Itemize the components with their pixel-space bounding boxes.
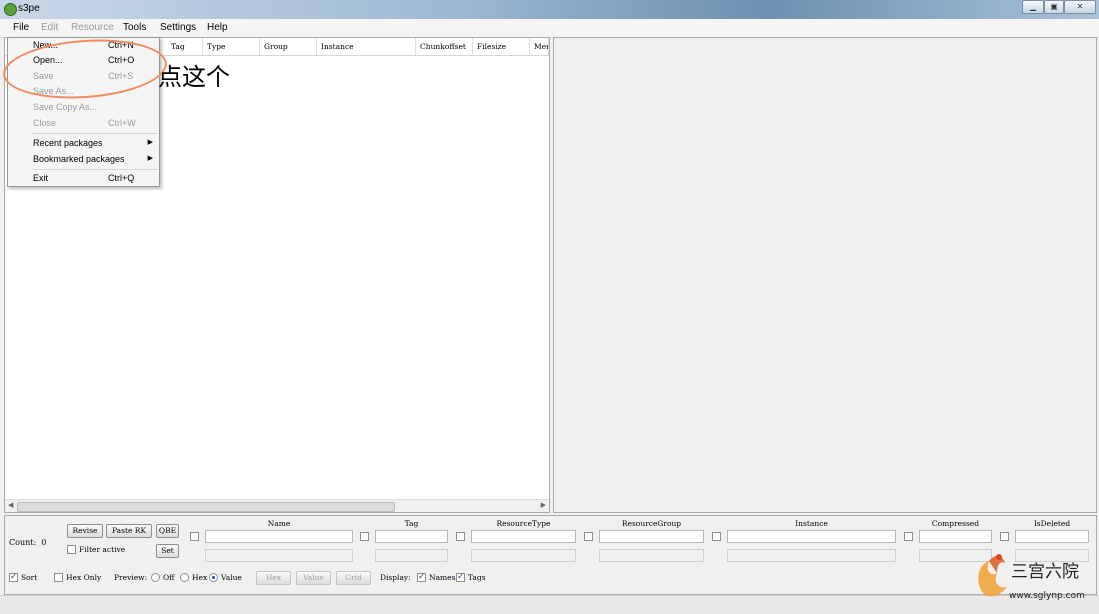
scroll-left-icon[interactable]: ◀	[8, 501, 13, 509]
names-label: Names	[429, 573, 456, 582]
preview-value-radio[interactable]	[209, 573, 218, 582]
tags-checkbox[interactable]	[456, 571, 465, 582]
hex-only-checkbox[interactable]	[54, 573, 63, 582]
filter-isdeleted-checkbox[interactable]	[1000, 532, 1009, 541]
filter-name-sub	[205, 549, 353, 562]
scroll-right-icon[interactable]: ▶	[541, 501, 546, 509]
menu-item-bookmarked-packages[interactable]: Bookmarked packages ▶	[8, 152, 159, 167]
filter-instance-checkbox[interactable]	[712, 532, 721, 541]
column-header-group[interactable]: Group	[260, 38, 317, 55]
filter-resourcetype-input[interactable]	[471, 530, 576, 543]
filter-compressed-checkbox[interactable]	[904, 532, 913, 541]
filter-header-resourcegroup: ResourceGroup	[621, 519, 682, 528]
filter-header-tag: Tag	[404, 519, 419, 528]
paste-rk-button[interactable]: Paste RK	[106, 524, 152, 538]
menu-settings[interactable]: Settings	[160, 22, 196, 33]
horizontal-scrollbar[interactable]: ◀ ▶	[5, 499, 549, 512]
hex-only-label: Hex Only	[66, 573, 102, 582]
preview-hex-radio[interactable]	[180, 573, 189, 582]
filter-resourcegroup-input[interactable]	[599, 530, 704, 543]
column-header-chunkoffset[interactable]: Chunkoffset	[416, 38, 473, 55]
filter-resourcegroup-checkbox[interactable]	[584, 532, 593, 541]
filter-tag-input[interactable]	[375, 530, 448, 543]
menu-file[interactable]: File	[13, 22, 29, 33]
filter-header-instance: Instance	[795, 519, 828, 528]
menu-tools[interactable]: Tools	[123, 22, 146, 33]
filter-header-isdeleted: IsDeleted	[1033, 519, 1071, 528]
preview-value-label: Value	[221, 573, 242, 582]
menu-resource[interactable]: Resource	[71, 22, 114, 33]
app-icon	[4, 3, 17, 16]
menu-item-close[interactable]: Close Ctrl+W	[8, 116, 159, 131]
filter-resourcegroup-sub	[599, 549, 704, 562]
filter-tag-sub	[375, 549, 448, 562]
preview-hex-label: Hex	[192, 573, 208, 582]
column-header-tag[interactable]: Tag	[167, 38, 203, 55]
menu-item-recent-packages[interactable]: Recent packages ▶	[8, 136, 159, 151]
menu-item-save-copy-as[interactable]: Save Copy As...	[8, 100, 159, 115]
submenu-arrow-icon: ▶	[147, 155, 153, 162]
phoenix-logo-icon: 三宫六院 www.sglynp.com	[978, 554, 1085, 601]
title-bar: s3pe ▁ ▣ ✕	[0, 0, 1099, 19]
filter-active-checkbox[interactable]	[67, 545, 76, 554]
filter-isdeleted-input[interactable]	[1015, 530, 1089, 543]
close-button[interactable]: ✕	[1064, 0, 1096, 14]
preview-label: Preview:	[114, 573, 148, 582]
menu-item-exit[interactable]: Exit Ctrl+Q	[8, 171, 159, 186]
filter-instance-sub	[727, 549, 896, 562]
sort-label: Sort	[21, 573, 38, 582]
column-header-type[interactable]: Type	[203, 38, 260, 55]
column-header-filesize[interactable]: Filesize	[473, 38, 530, 55]
qbe-button[interactable]: QBE	[156, 524, 179, 538]
filter-header-compressed: Compressed	[931, 519, 980, 528]
sort-checkbox[interactable]	[9, 571, 18, 582]
filter-tag-checkbox[interactable]	[360, 532, 369, 541]
filter-instance-input[interactable]	[727, 530, 896, 543]
filter-active-label: Filter active	[79, 545, 126, 554]
filter-resourcetype-checkbox[interactable]	[456, 532, 465, 541]
watermark-logo: 三宫六院 www.sglynp.com	[973, 543, 1091, 605]
filter-name-checkbox[interactable]	[190, 532, 199, 541]
column-header-mem[interactable]: Mem	[530, 38, 549, 55]
annotation-text: 点这个	[158, 63, 230, 91]
preview-off-label: Off	[163, 573, 175, 582]
menu-edit[interactable]: Edit	[41, 22, 58, 33]
maximize-button[interactable]: ▣	[1044, 0, 1064, 14]
status-bar	[0, 595, 1099, 614]
filter-resourcetype-sub	[471, 549, 576, 562]
window-title: s3pe	[18, 3, 40, 14]
menu-separator	[32, 169, 158, 170]
svg-text:www.sglynp.com: www.sglynp.com	[1009, 591, 1085, 601]
svg-text:三宫六院: 三宫六院	[1011, 562, 1079, 582]
menu-separator	[32, 133, 158, 134]
names-checkbox[interactable]	[417, 571, 426, 582]
display-label: Display:	[380, 573, 411, 582]
preview-panel	[553, 37, 1097, 513]
minimize-button[interactable]: ▁	[1022, 0, 1044, 14]
menu-bar: File Edit Resource Tools Settings Help	[0, 19, 1099, 38]
filter-compressed-input[interactable]	[919, 530, 992, 543]
filter-panel: Count: 0 Revise Paste RK QBE Set Filter …	[4, 515, 1097, 595]
submenu-arrow-icon: ▶	[147, 139, 153, 146]
hex-button[interactable]: Hex	[256, 571, 291, 585]
count-label: Count: 0	[9, 538, 47, 547]
filter-name-input[interactable]	[205, 530, 353, 543]
preview-off-radio[interactable]	[151, 573, 160, 582]
filter-header-name: Name	[267, 519, 291, 528]
scroll-thumb[interactable]	[17, 502, 395, 512]
filter-header-resourcetype: ResourceType	[496, 519, 551, 528]
column-header-instance[interactable]: Instance	[317, 38, 416, 55]
menu-help[interactable]: Help	[207, 22, 228, 33]
revise-button[interactable]: Revise	[67, 524, 103, 538]
set-button[interactable]: Set	[156, 544, 179, 558]
tags-label: Tags	[468, 573, 486, 582]
count-value: 0	[41, 538, 47, 547]
grid-button[interactable]: Grid	[336, 571, 371, 585]
value-button[interactable]: Value	[296, 571, 331, 585]
